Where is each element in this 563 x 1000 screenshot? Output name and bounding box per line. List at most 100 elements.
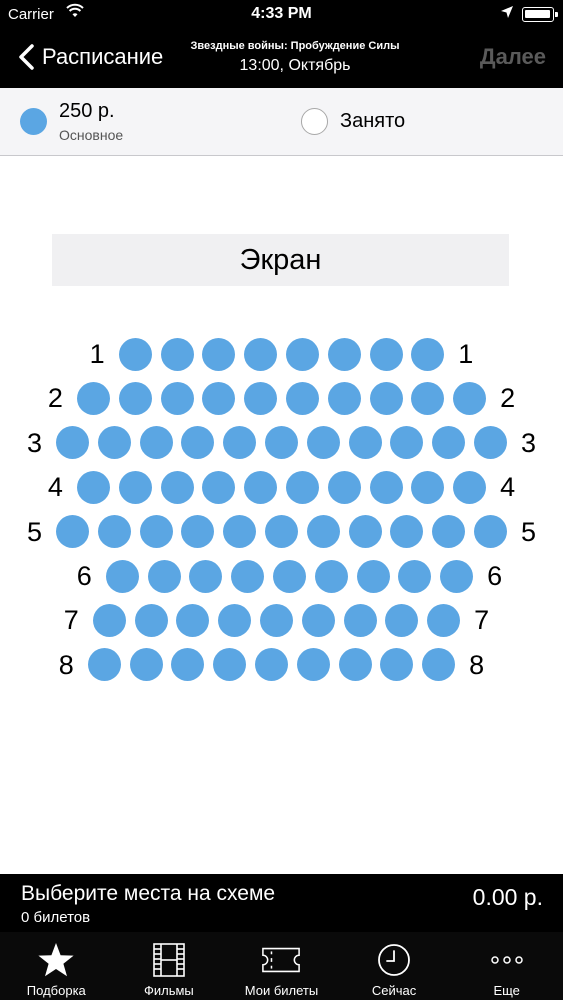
- seat[interactable]: [105, 559, 139, 593]
- seat[interactable]: [398, 559, 432, 593]
- seat[interactable]: [181, 515, 215, 549]
- tab-films[interactable]: Фильмы: [113, 932, 226, 1000]
- seat[interactable]: [356, 559, 390, 593]
- seat[interactable]: [189, 559, 223, 593]
- seat[interactable]: [411, 470, 445, 504]
- seat[interactable]: [56, 426, 89, 460]
- seat[interactable]: [369, 337, 403, 371]
- seat[interactable]: [369, 470, 403, 504]
- chevron-left-icon: [19, 44, 34, 70]
- tab-label: Подборка: [26, 983, 86, 998]
- seat[interactable]: [285, 381, 319, 415]
- seat[interactable]: [369, 381, 403, 415]
- seat[interactable]: [338, 648, 372, 682]
- seat[interactable]: [474, 426, 507, 460]
- seat[interactable]: [453, 381, 487, 415]
- seat[interactable]: [160, 381, 194, 415]
- seat[interactable]: [327, 381, 361, 415]
- seat[interactable]: [160, 337, 194, 371]
- seat[interactable]: [223, 515, 257, 549]
- seat[interactable]: [76, 470, 110, 504]
- tab-now[interactable]: Сейчас: [338, 932, 451, 1000]
- seat[interactable]: [129, 648, 163, 682]
- tab-label: Фильмы: [143, 983, 194, 998]
- seat[interactable]: [390, 515, 424, 549]
- back-button[interactable]: Расписание: [12, 40, 163, 74]
- seat[interactable]: [97, 515, 131, 549]
- seat[interactable]: [118, 470, 152, 504]
- seat[interactable]: [139, 515, 173, 549]
- row-label-right: 3: [520, 427, 537, 458]
- star-icon: [36, 940, 76, 980]
- seat[interactable]: [411, 337, 445, 371]
- seat[interactable]: [244, 470, 278, 504]
- seat[interactable]: [348, 515, 382, 549]
- seat[interactable]: [432, 515, 466, 549]
- seat[interactable]: [327, 337, 361, 371]
- seat[interactable]: [380, 648, 414, 682]
- seat[interactable]: [56, 515, 89, 549]
- seat[interactable]: [118, 381, 152, 415]
- seat[interactable]: [97, 426, 131, 460]
- row-label-left: 1: [89, 339, 105, 369]
- seat[interactable]: [296, 648, 330, 682]
- seat[interactable]: [265, 515, 298, 549]
- seat[interactable]: [390, 426, 424, 460]
- seat[interactable]: [385, 603, 419, 637]
- row-label-right: 4: [500, 472, 516, 503]
- seat[interactable]: [231, 559, 265, 593]
- seat[interactable]: [160, 470, 194, 504]
- tab-bar: Подборка Фильмы Мои билеты Сейчас Еще: [0, 932, 563, 1000]
- seat[interactable]: [285, 337, 319, 371]
- session-time: 13:00, Октябрь: [239, 57, 351, 74]
- seat[interactable]: [306, 426, 340, 460]
- seat[interactable]: [87, 648, 121, 682]
- seat[interactable]: [348, 426, 382, 460]
- seat[interactable]: [244, 337, 278, 371]
- seat[interactable]: [92, 603, 126, 637]
- seat[interactable]: [139, 426, 173, 460]
- seat[interactable]: [213, 648, 247, 682]
- seat[interactable]: [301, 603, 335, 637]
- seat[interactable]: [181, 426, 215, 460]
- seat[interactable]: [171, 648, 205, 682]
- seat[interactable]: [134, 603, 168, 637]
- seat[interactable]: [314, 559, 348, 593]
- seat[interactable]: [176, 603, 210, 637]
- film-icon: [149, 940, 189, 980]
- seat[interactable]: [273, 559, 306, 593]
- tab-my-tickets[interactable]: Мои билеты: [225, 932, 338, 1000]
- seat[interactable]: [76, 381, 110, 415]
- seat[interactable]: [218, 603, 252, 637]
- seat[interactable]: [223, 426, 257, 460]
- more-icon: [487, 940, 527, 980]
- seat[interactable]: [265, 426, 298, 460]
- tab-label: Еще: [493, 983, 520, 998]
- seat[interactable]: [118, 337, 152, 371]
- seat[interactable]: [474, 515, 507, 549]
- seat[interactable]: [343, 603, 377, 637]
- seat[interactable]: [202, 381, 236, 415]
- next-button[interactable]: Далее: [480, 44, 546, 70]
- ticket-count: 0 билетов: [21, 909, 91, 926]
- top-bar: Carrier 4:33 PM Расписание Звездные войн…: [0, 0, 563, 88]
- seat[interactable]: [255, 648, 288, 682]
- seat[interactable]: [147, 559, 181, 593]
- seat[interactable]: [306, 515, 340, 549]
- seat[interactable]: [440, 559, 474, 593]
- status-time: 4:33 PM: [251, 5, 312, 22]
- seat[interactable]: [260, 603, 293, 637]
- seat[interactable]: [202, 470, 236, 504]
- tab-more[interactable]: Еще: [450, 932, 563, 1000]
- seat[interactable]: [422, 648, 456, 682]
- seat[interactable]: [202, 337, 236, 371]
- seat[interactable]: [427, 603, 461, 637]
- busy-seat-swatch: [301, 108, 328, 135]
- seat[interactable]: [453, 470, 487, 504]
- seat[interactable]: [411, 381, 445, 415]
- seat[interactable]: [432, 426, 466, 460]
- tab-podborka[interactable]: Подборка: [0, 932, 113, 1000]
- seat[interactable]: [285, 470, 319, 504]
- seat[interactable]: [327, 470, 361, 504]
- seat[interactable]: [244, 381, 278, 415]
